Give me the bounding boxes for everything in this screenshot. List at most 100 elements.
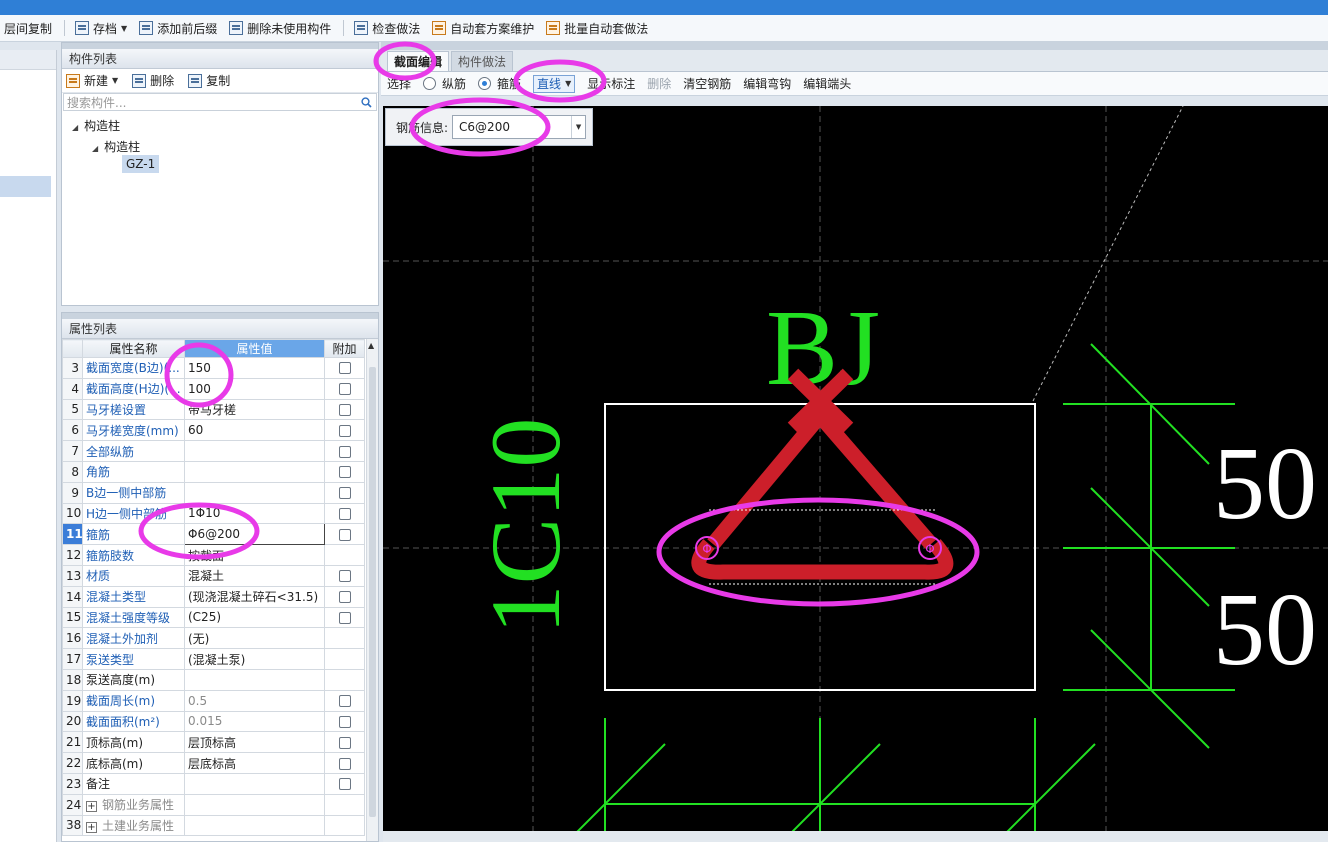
property-row[interactable]: 12 箍筋肢数 按截面	[62, 544, 365, 566]
property-value[interactable]	[184, 460, 325, 483]
additional-checkbox[interactable]	[338, 403, 351, 416]
property-name[interactable]: 马牙槎宽度(mm)	[82, 419, 185, 442]
additional-checkbox[interactable]	[338, 383, 351, 396]
property-name[interactable]: 截面高度(H边)(...	[82, 377, 185, 400]
property-value[interactable]: (C25)	[184, 606, 325, 629]
scroll-up-icon[interactable]: ▲	[368, 341, 374, 350]
property-name[interactable]: 角筋	[82, 460, 185, 483]
property-row[interactable]: 16 混凝土外加剂 (无)	[62, 627, 365, 650]
property-name[interactable]: + 钢筋业务属性	[82, 793, 185, 816]
select-tool[interactable]: 选择	[387, 75, 411, 92]
navigation-selected-item[interactable]	[0, 176, 51, 197]
property-add-header[interactable]: 附加	[324, 339, 365, 358]
property-row[interactable]: 6 马牙槎宽度(mm) 60	[62, 419, 365, 442]
additional-checkbox[interactable]	[338, 487, 351, 500]
property-value[interactable]: 0.015	[184, 710, 325, 733]
property-value[interactable]: 按截面	[184, 544, 325, 566]
show-label-button[interactable]: 显示标注	[587, 75, 635, 92]
check-method-button[interactable]: 检查做法	[354, 20, 420, 37]
property-name[interactable]: + 土建业务属性	[82, 814, 185, 837]
property-value[interactable]: 带马牙槎	[184, 398, 325, 421]
property-value[interactable]	[184, 772, 325, 795]
copy-floor-button[interactable]: 层间复制	[4, 20, 52, 37]
property-name[interactable]: 截面面积(m²)	[82, 710, 185, 733]
property-value[interactable]: 60	[184, 419, 325, 442]
property-row[interactable]: 24 + 钢筋业务属性	[62, 793, 365, 816]
property-name-header[interactable]: 属性名称	[82, 339, 185, 358]
property-row[interactable]: 11 箍筋 Φ6@200	[62, 523, 365, 546]
drawing-canvas[interactable]: BJ 1C10 Φ Φ 50 50 钢筋信息: C6@200 ▼	[383, 106, 1328, 831]
property-row[interactable]: 38 + 土建业务属性	[62, 814, 365, 837]
property-value[interactable]: 混凝土	[184, 564, 325, 587]
property-value[interactable]	[184, 793, 325, 816]
property-name[interactable]: 混凝土外加剂	[82, 627, 185, 650]
delete-rebar-button[interactable]: 删除	[647, 75, 671, 92]
section-drawing[interactable]: BJ 1C10 Φ Φ 50 50	[383, 106, 1328, 831]
tab-section-edit[interactable]: 截面编辑	[387, 51, 450, 71]
property-value[interactable]: (现浇混凝土碎石<31.5)	[184, 585, 325, 608]
property-name[interactable]: 截面宽度(B边)(...	[82, 357, 185, 379]
auto-scheme-button[interactable]: 自动套方案维护	[432, 20, 534, 37]
property-row[interactable]: 14 混凝土类型 (现浇混凝土碎石<31.5)	[62, 585, 365, 608]
property-value-header[interactable]: 属性值	[184, 339, 325, 358]
batch-auto-button[interactable]: 批量自动套做法	[546, 20, 648, 37]
property-name[interactable]: H边一侧中部筋	[82, 502, 185, 525]
property-row[interactable]: 4 截面高度(H边)(... 100	[62, 377, 365, 400]
property-value[interactable]: (无)	[184, 627, 325, 650]
property-name[interactable]: 混凝土强度等级	[82, 606, 185, 629]
additional-checkbox[interactable]	[338, 424, 351, 437]
additional-checkbox[interactable]	[338, 466, 351, 479]
tree-node-gz1[interactable]: GZ-1	[122, 155, 160, 173]
property-value[interactable]: 层底标高	[184, 752, 325, 774]
property-value[interactable]: Φ6@200	[184, 523, 325, 546]
component-search-input[interactable]: 搜索构件...	[63, 93, 377, 111]
property-row[interactable]: 21 顶标高(m) 层顶标高	[62, 731, 365, 754]
additional-checkbox[interactable]	[338, 778, 351, 791]
stirrup-radio[interactable]: 箍筋	[478, 75, 521, 92]
longitudinal-radio[interactable]: 纵筋	[423, 75, 466, 92]
property-value[interactable]: 层顶标高	[184, 731, 325, 754]
property-name[interactable]: 马牙槎设置	[82, 398, 185, 421]
property-name[interactable]: 混凝土类型	[82, 585, 185, 608]
expand-triangle-icon[interactable]: ◢	[92, 144, 98, 153]
clear-rebar-button[interactable]: 清空钢筋	[683, 75, 731, 92]
search-icon[interactable]	[361, 96, 372, 108]
additional-checkbox[interactable]	[338, 362, 351, 375]
additional-checkbox[interactable]	[338, 528, 351, 541]
property-name[interactable]: 箍筋	[82, 523, 185, 546]
property-row[interactable]: 19 截面周长(m) 0.5	[62, 689, 365, 712]
tree-node-child[interactable]: ◢ 构造柱	[92, 138, 140, 155]
property-name[interactable]: 顶标高(m)	[82, 731, 185, 754]
property-value[interactable]	[184, 814, 325, 837]
property-name[interactable]: 截面周长(m)	[82, 689, 185, 712]
archive-button[interactable]: 存档 ▼	[75, 20, 127, 37]
property-row[interactable]: 17 泵送类型 (混凝土泵)	[62, 648, 365, 670]
property-name[interactable]: 箍筋肢数	[82, 544, 185, 566]
scrollbar-thumb[interactable]	[369, 367, 376, 817]
line-mode-dropdown[interactable]: 直线 ▼	[533, 74, 576, 93]
property-name[interactable]: 备注	[82, 772, 185, 795]
property-value[interactable]: 0.5	[184, 689, 325, 712]
new-component-button[interactable]: 新建 ▼	[66, 72, 118, 89]
additional-checkbox[interactable]	[338, 591, 351, 604]
property-name[interactable]: B边一侧中部筋	[82, 481, 185, 504]
property-name[interactable]: 材质	[82, 564, 185, 587]
expand-plus-icon[interactable]: +	[86, 821, 97, 833]
expand-triangle-icon[interactable]: ◢	[72, 123, 78, 132]
property-row[interactable]: 10 H边一侧中部筋 1Φ10	[62, 502, 365, 525]
delete-component-button[interactable]: 删除	[132, 72, 174, 89]
rebar-info-input[interactable]: C6@200 ▼	[452, 115, 587, 139]
property-name[interactable]: 全部纵筋	[82, 440, 185, 462]
additional-checkbox[interactable]	[338, 570, 351, 583]
expand-plus-icon[interactable]: +	[86, 801, 97, 813]
property-value[interactable]: (混凝土泵)	[184, 648, 325, 670]
property-row[interactable]: 7 全部纵筋	[62, 440, 365, 462]
property-value[interactable]	[184, 668, 325, 691]
additional-checkbox[interactable]	[338, 736, 351, 749]
stirrup-triangle[interactable]	[707, 404, 937, 549]
edit-end-button[interactable]: 编辑端头	[803, 75, 851, 92]
property-value[interactable]: 1Φ10	[184, 502, 325, 525]
tab-component-method[interactable]: 构件做法	[451, 51, 514, 71]
additional-checkbox[interactable]	[338, 757, 351, 770]
property-row[interactable]: 18 泵送高度(m)	[62, 668, 365, 691]
